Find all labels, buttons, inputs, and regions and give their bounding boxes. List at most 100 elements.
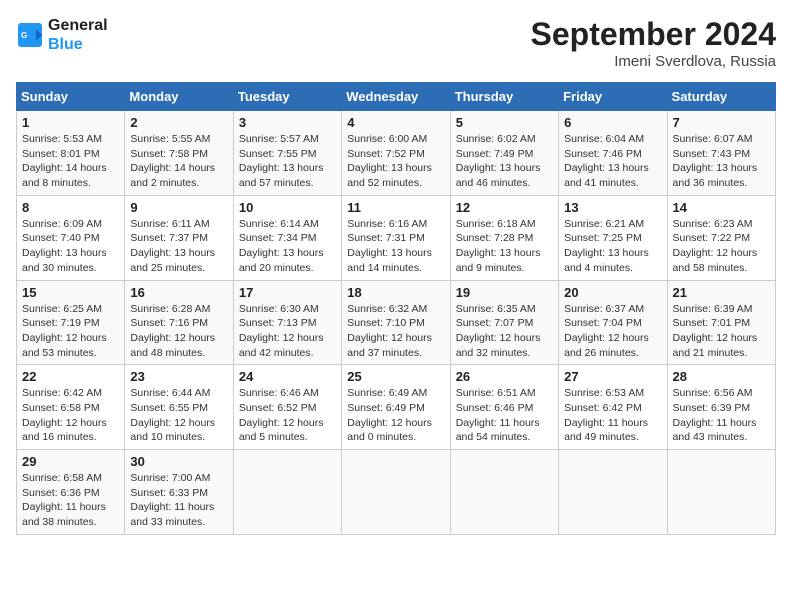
logo-icon: G: [16, 21, 44, 49]
day-number: 24: [239, 369, 336, 384]
calendar-cell: 5Sunrise: 6:02 AMSunset: 7:49 PMDaylight…: [450, 111, 558, 196]
day-number: 12: [456, 200, 553, 215]
calendar-cell: 29 Sunrise: 6:58 AMSunset: 6:36 PMDayligh…: [17, 450, 125, 535]
location: Imeni Sverdlova, Russia: [531, 53, 776, 70]
cell-details: Sunrise: 6:02 AMSunset: 7:49 PMDaylight:…: [456, 132, 553, 191]
month-title: September 2024: [531, 16, 776, 53]
calendar-cell: 3 Sunrise: 5:57 AMSunset: 7:55 PMDaylight…: [233, 111, 341, 196]
calendar-cell: 12Sunrise: 6:18 AMSunset: 7:28 PMDayligh…: [450, 195, 558, 280]
calendar-cell: [233, 450, 341, 535]
calendar-cell: 15Sunrise: 6:25 AMSunset: 7:19 PMDayligh…: [17, 280, 125, 365]
cell-details: Sunrise: 6:51 AMSunset: 6:46 PMDaylight:…: [456, 386, 553, 445]
calendar-cell: 26 Sunrise: 6:51 AMSunset: 6:46 PMDayligh…: [450, 365, 558, 450]
calendar-cell: 25 Sunrise: 6:49 AMSunset: 6:49 PMDayligh…: [342, 365, 450, 450]
cell-details: Sunrise: 6:28 AMSunset: 7:16 PMDaylight:…: [130, 302, 227, 361]
day-number: 25: [347, 369, 444, 384]
cell-details: Sunrise: 6:14 AMSunset: 7:34 PMDaylight:…: [239, 217, 336, 276]
day-number: 28: [673, 369, 770, 384]
svg-text:G: G: [21, 31, 27, 40]
page-header: G General Blue September 2024 Imeni Sver…: [16, 16, 776, 70]
day-header-thursday: Thursday: [450, 83, 558, 111]
day-header-monday: Monday: [125, 83, 233, 111]
title-block: September 2024 Imeni Sverdlova, Russia: [531, 16, 776, 70]
cell-details: Sunrise: 6:11 AMSunset: 7:37 PMDaylight:…: [130, 217, 227, 276]
logo-text: General Blue: [48, 16, 108, 54]
day-header-saturday: Saturday: [667, 83, 775, 111]
calendar-cell: 21 Sunrise: 6:39 AMSunset: 7:01 PMDayligh…: [667, 280, 775, 365]
calendar-week-4: 22 Sunrise: 6:42 AMSunset: 6:58 PMDayligh…: [17, 365, 776, 450]
cell-details: Sunrise: 6:07 AMSunset: 7:43 PMDaylight:…: [673, 132, 770, 191]
calendar-cell: 24Sunrise: 6:46 AMSunset: 6:52 PMDayligh…: [233, 365, 341, 450]
day-number: 8: [22, 200, 119, 215]
day-number: 18: [347, 285, 444, 300]
calendar-cell: 4 Sunrise: 6:00 AMSunset: 7:52 PMDaylight…: [342, 111, 450, 196]
cell-details: Sunrise: 6:53 AMSunset: 6:42 PMDaylight:…: [564, 386, 661, 445]
calendar-cell: [342, 450, 450, 535]
calendar-cell: [559, 450, 667, 535]
calendar-cell: 30 Sunrise: 7:00 AMSunset: 6:33 PMDayligh…: [125, 450, 233, 535]
cell-details: Sunrise: 6:58 AMSunset: 6:36 PMDaylight:…: [22, 471, 119, 530]
calendar-week-5: 29 Sunrise: 6:58 AMSunset: 6:36 PMDayligh…: [17, 450, 776, 535]
cell-details: Sunrise: 6:35 AMSunset: 7:07 PMDaylight:…: [456, 302, 553, 361]
calendar-cell: 18Sunrise: 6:32 AMSunset: 7:10 PMDayligh…: [342, 280, 450, 365]
day-number: 27: [564, 369, 661, 384]
cell-details: Sunrise: 6:39 AMSunset: 7:01 PMDaylight:…: [673, 302, 770, 361]
day-number: 3: [239, 115, 336, 130]
calendar-cell: 6Sunrise: 6:04 AMSunset: 7:46 PMDaylight…: [559, 111, 667, 196]
calendar-cell: 2 Sunrise: 5:55 AMSunset: 7:58 PMDaylight…: [125, 111, 233, 196]
calendar-cell: [667, 450, 775, 535]
calendar-cell: 27 Sunrise: 6:53 AMSunset: 6:42 PMDayligh…: [559, 365, 667, 450]
day-number: 29: [22, 454, 119, 469]
calendar-cell: 22 Sunrise: 6:42 AMSunset: 6:58 PMDayligh…: [17, 365, 125, 450]
cell-details: Sunrise: 5:53 AMSunset: 8:01 PMDaylight:…: [22, 132, 119, 191]
day-header-friday: Friday: [559, 83, 667, 111]
day-number: 9: [130, 200, 227, 215]
cell-details: Sunrise: 6:49 AMSunset: 6:49 PMDaylight:…: [347, 386, 444, 445]
calendar-week-3: 15Sunrise: 6:25 AMSunset: 7:19 PMDayligh…: [17, 280, 776, 365]
day-number: 7: [673, 115, 770, 130]
calendar-cell: 14 Sunrise: 6:23 AMSunset: 7:22 PMDayligh…: [667, 195, 775, 280]
day-number: 22: [22, 369, 119, 384]
cell-details: Sunrise: 6:23 AMSunset: 7:22 PMDaylight:…: [673, 217, 770, 276]
day-number: 2: [130, 115, 227, 130]
calendar-cell: 1 Sunrise: 5:53 AMSunset: 8:01 PMDaylight…: [17, 111, 125, 196]
calendar-cell: 16 Sunrise: 6:28 AMSunset: 7:16 PMDayligh…: [125, 280, 233, 365]
cell-details: Sunrise: 5:55 AMSunset: 7:58 PMDaylight:…: [130, 132, 227, 191]
day-number: 26: [456, 369, 553, 384]
day-number: 30: [130, 454, 227, 469]
day-number: 1: [22, 115, 119, 130]
day-number: 4: [347, 115, 444, 130]
calendar-cell: 13 Sunrise: 6:21 AMSunset: 7:25 PMDayligh…: [559, 195, 667, 280]
calendar-cell: 11 Sunrise: 6:16 AMSunset: 7:31 PMDayligh…: [342, 195, 450, 280]
cell-details: Sunrise: 6:37 AMSunset: 7:04 PMDaylight:…: [564, 302, 661, 361]
cell-details: Sunrise: 6:21 AMSunset: 7:25 PMDaylight:…: [564, 217, 661, 276]
day-number: 20: [564, 285, 661, 300]
cell-details: Sunrise: 6:16 AMSunset: 7:31 PMDaylight:…: [347, 217, 444, 276]
day-number: 16: [130, 285, 227, 300]
day-header-sunday: Sunday: [17, 83, 125, 111]
day-number: 21: [673, 285, 770, 300]
calendar-cell: [450, 450, 558, 535]
day-number: 11: [347, 200, 444, 215]
calendar-cell: 20 Sunrise: 6:37 AMSunset: 7:04 PMDayligh…: [559, 280, 667, 365]
cell-details: Sunrise: 6:42 AMSunset: 6:58 PMDaylight:…: [22, 386, 119, 445]
cell-details: Sunrise: 6:04 AMSunset: 7:46 PMDaylight:…: [564, 132, 661, 191]
calendar-cell: 10 Sunrise: 6:14 AMSunset: 7:34 PMDayligh…: [233, 195, 341, 280]
cell-details: Sunrise: 6:44 AMSunset: 6:55 PMDaylight:…: [130, 386, 227, 445]
day-number: 19: [456, 285, 553, 300]
day-header-tuesday: Tuesday: [233, 83, 341, 111]
cell-details: Sunrise: 6:30 AMSunset: 7:13 PMDaylight:…: [239, 302, 336, 361]
day-number: 17: [239, 285, 336, 300]
cell-details: Sunrise: 7:00 AMSunset: 6:33 PMDaylight:…: [130, 471, 227, 530]
cell-details: Sunrise: 5:57 AMSunset: 7:55 PMDaylight:…: [239, 132, 336, 191]
day-number: 14: [673, 200, 770, 215]
calendar-cell: 19 Sunrise: 6:35 AMSunset: 7:07 PMDayligh…: [450, 280, 558, 365]
calendar-cell: 23Sunrise: 6:44 AMSunset: 6:55 PMDayligh…: [125, 365, 233, 450]
day-number: 13: [564, 200, 661, 215]
cell-details: Sunrise: 6:00 AMSunset: 7:52 PMDaylight:…: [347, 132, 444, 191]
calendar-body: 1 Sunrise: 5:53 AMSunset: 8:01 PMDaylight…: [17, 111, 776, 535]
logo: G General Blue: [16, 16, 108, 54]
day-number: 10: [239, 200, 336, 215]
cell-details: Sunrise: 6:25 AMSunset: 7:19 PMDaylight:…: [22, 302, 119, 361]
calendar-cell: 17 Sunrise: 6:30 AMSunset: 7:13 PMDayligh…: [233, 280, 341, 365]
